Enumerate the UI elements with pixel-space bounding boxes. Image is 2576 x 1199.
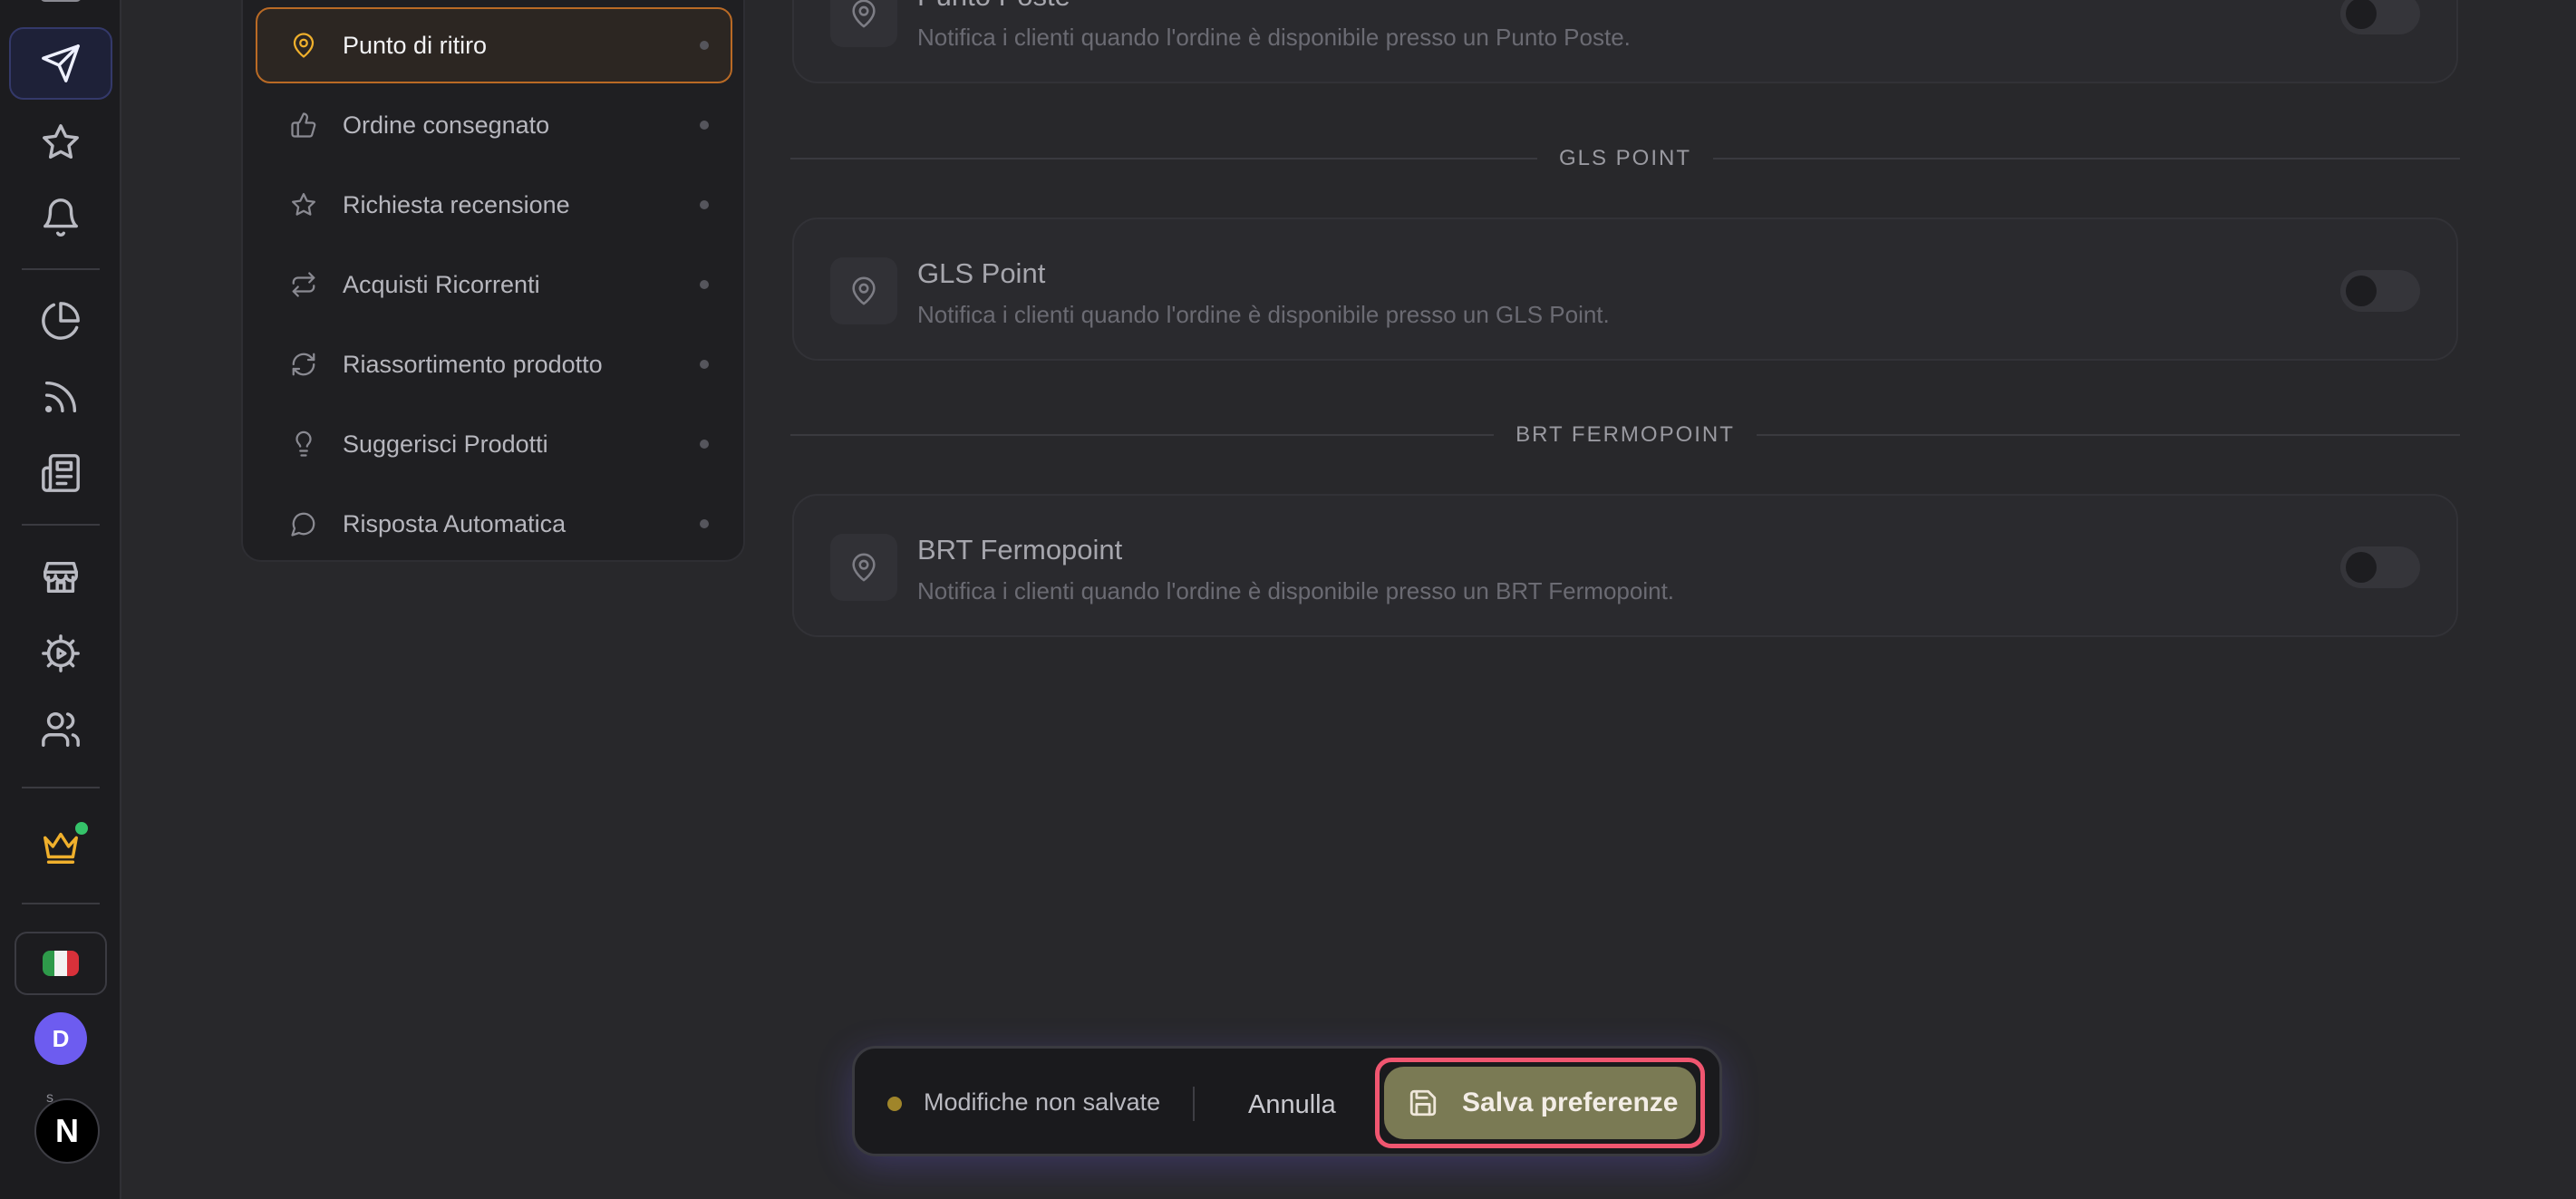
menu-item-riassortimento-prodotto[interactable]: Riassortimento prodotto (256, 326, 732, 402)
star-icon (43, 124, 79, 160)
rail-divider (22, 268, 100, 270)
language-selector[interactable] (15, 932, 107, 995)
pickup-card-brt-fermopoint: BRT Fermopoint Notifica i clienti quando… (792, 494, 2458, 637)
message-circle-icon (291, 512, 315, 537)
rss-icon (44, 381, 77, 413)
app-logo[interactable]: N (34, 1098, 100, 1164)
menu-status-dot (700, 360, 709, 369)
menu-item-label: Punto di ritiro (343, 31, 488, 59)
menu-status-dot (700, 440, 709, 449)
menu-item-label: Richiesta recensione (343, 190, 570, 218)
sidebar-item-settings[interactable] (9, 617, 112, 690)
thumbs-up-icon (291, 112, 316, 138)
bell-icon (44, 198, 78, 237)
sidebar-item-favorites[interactable] (9, 106, 112, 179)
sidebar-item-users[interactable] (9, 693, 112, 766)
send-icon (42, 44, 80, 82)
card-title: BRT Fermopoint (917, 534, 1123, 566)
save-button-label: Salva preferenze (1462, 1088, 1679, 1117)
cancel-button[interactable]: Annulla (1226, 1079, 1358, 1130)
repeat-icon (292, 272, 315, 297)
users-icon (42, 712, 80, 747)
menu-item-label: Riassortimento prodotto (343, 350, 603, 378)
menu-status-dot (700, 280, 709, 289)
unsaved-status-text: Modifiche non salvate (924, 1088, 1161, 1116)
sidebar-item-premium[interactable] (9, 810, 112, 883)
sidebar-rail: D s N (0, 0, 121, 1199)
menu-status-dot (700, 200, 709, 209)
map-pin-icon (293, 33, 315, 58)
menu-item-acquisti-ricorrenti[interactable]: Acquisti Ricorrenti (256, 247, 732, 323)
settings-icon (42, 634, 80, 672)
card-title: GLS Point (917, 257, 1046, 289)
menu-item-label: Suggerisci Prodotti (343, 430, 548, 458)
sidebar-item-store[interactable] (9, 541, 112, 614)
menu-item-richiesta-recensione[interactable]: Richiesta recensione (256, 167, 732, 243)
section-heading: BRT FERMOPOINT (1516, 422, 1735, 447)
pickup-card-punto-poste: Punto Poste Notifica i clienti quando l'… (792, 0, 2458, 83)
lightbulb-icon (295, 430, 312, 457)
menu-item-suggerisci-prodotti[interactable]: Suggerisci Prodotti (256, 406, 732, 482)
newspaper-icon (42, 454, 80, 492)
card-description: Notifica i clienti quando l'ordine è dis… (917, 301, 1610, 328)
card-description: Notifica i clienti quando l'ordine è dis… (917, 24, 1631, 51)
rail-divider (22, 903, 100, 904)
menu-item-label: Risposta Automatica (343, 509, 567, 537)
menu-item-punto-di-ritiro[interactable]: Punto di ritiro (256, 7, 732, 83)
section-heading: GLS POINT (1558, 146, 1692, 170)
menu-status-dot (700, 121, 709, 130)
section-divider-brt-fermopoint: BRT FERMOPOINT (790, 417, 2461, 453)
italy-flag-icon (43, 951, 79, 976)
rail-divider (22, 524, 100, 526)
menu-item-label: Acquisti Ricorrenti (343, 270, 540, 298)
card-title: Punto Poste (917, 0, 1070, 13)
pickup-card-gls-point: GLS Point Notifica i clienti quando l'or… (792, 218, 2458, 361)
card-description: Notifica i clienti quando l'ordine è dis… (917, 577, 1675, 604)
sidebar-item-notifications[interactable] (9, 181, 112, 254)
map-pin-icon (852, 0, 876, 28)
menu-item-label: Ordine consegnato (343, 111, 550, 139)
map-pin-icon (852, 276, 876, 305)
avatar[interactable]: D (34, 1012, 87, 1065)
sidebar-item-news[interactable] (9, 437, 112, 509)
store-icon (44, 561, 78, 594)
menu-item-ordine-consegnato[interactable]: Ordine consegnato (256, 87, 732, 163)
section-divider-gls-point: GLS POINT (790, 140, 2460, 177)
pickup-pin-icon-box (830, 257, 897, 324)
rail-divider (22, 787, 100, 788)
menu-status-dot (700, 519, 709, 528)
menu-status-dot (700, 41, 709, 50)
pickup-pin-icon-box (830, 534, 897, 601)
save-icon (1409, 1089, 1437, 1117)
star-icon (292, 193, 315, 216)
punto-poste-toggle[interactable] (2340, 0, 2420, 34)
map-pin-icon (852, 553, 876, 582)
pie-chart-icon (42, 302, 80, 340)
online-status-dot (73, 819, 91, 837)
gls-point-toggle[interactable] (2340, 270, 2420, 312)
brt-fermopoint-toggle[interactable] (2340, 546, 2420, 588)
sidebar-item-send[interactable] (9, 27, 112, 100)
document-stub-icon[interactable] (40, 0, 82, 2)
refresh-icon (292, 353, 315, 376)
unsaved-changes-bar: Modifiche non salvate Annulla Salva pref… (852, 1046, 1722, 1156)
bar-separator (1193, 1087, 1195, 1121)
unsaved-indicator-dot (887, 1097, 902, 1111)
notification-types-menu: Punto di ritiro Ordine consegnato Richie… (241, 0, 745, 562)
pickup-pin-icon-box (830, 0, 897, 47)
save-preferences-button[interactable]: Salva preferenze (1384, 1067, 1696, 1139)
sidebar-item-feed[interactable] (9, 361, 112, 433)
sidebar-item-analytics[interactable] (9, 285, 112, 357)
menu-item-risposta-automatica[interactable]: Risposta Automatica (256, 486, 732, 562)
